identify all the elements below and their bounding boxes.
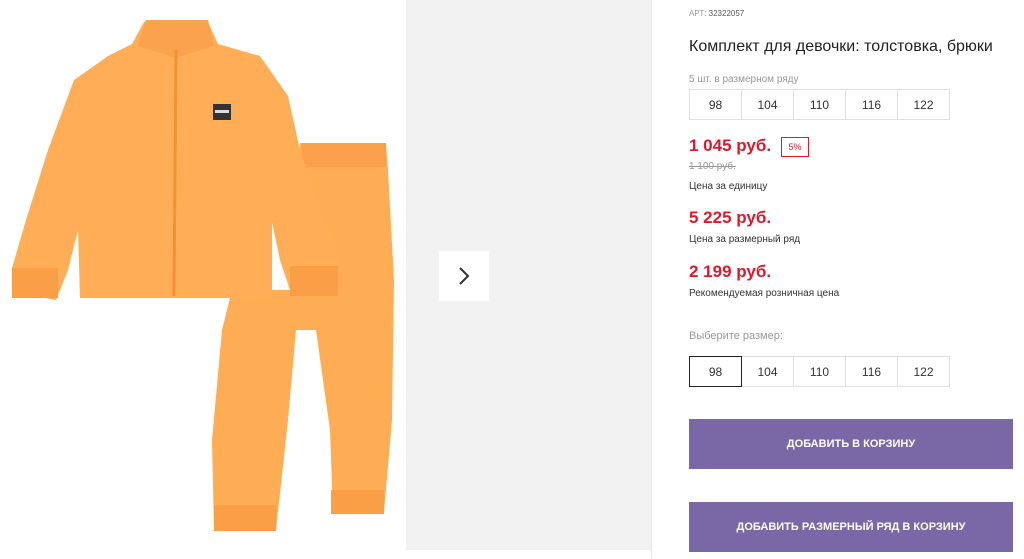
product-title: Комплект для девочки: толстовка, брюки bbox=[689, 38, 993, 55]
pack-size-110: 110 bbox=[793, 89, 846, 120]
article-number: АРТ: 32322057 bbox=[689, 9, 744, 18]
add-pack-to-cart-button[interactable]: ДОБАВИТЬ РАЗМЕРНЫЙ РЯД В КОРЗИНУ bbox=[689, 502, 1013, 552]
size-option-98[interactable]: 98 bbox=[689, 356, 742, 387]
add-to-cart-button[interactable]: ДОБАВИТЬ В КОРЗИНУ bbox=[689, 419, 1013, 469]
article-label: АРТ: bbox=[689, 9, 707, 18]
gallery-next-button[interactable] bbox=[439, 251, 489, 301]
unit-price-caption: Цена за единицу bbox=[689, 181, 768, 192]
size-selector: 98 104 110 116 122 bbox=[689, 356, 950, 387]
product-image-area bbox=[0, 0, 404, 559]
size-option-122[interactable]: 122 bbox=[897, 356, 950, 387]
size-option-116[interactable]: 116 bbox=[845, 356, 898, 387]
pack-size-row: 98 104 110 116 122 bbox=[689, 89, 950, 120]
jacket-image bbox=[12, 20, 340, 300]
article-value: 32322057 bbox=[708, 9, 745, 18]
pack-size-104: 104 bbox=[741, 89, 794, 120]
orange-tracksuit-image bbox=[12, 20, 394, 531]
pack-size-98: 98 bbox=[689, 89, 742, 120]
old-price: 1 100 руб. bbox=[689, 161, 736, 172]
size-select-label: Выберите размер: bbox=[689, 330, 783, 342]
retail-price: 2 199 руб. bbox=[689, 262, 772, 281]
retail-price-caption: Рекомендуемая розничная цена bbox=[689, 288, 840, 299]
unit-price: 1 045 руб. bbox=[689, 136, 772, 155]
column-divider bbox=[651, 0, 652, 559]
pack-price-caption: Цена за размерный ряд bbox=[689, 234, 801, 245]
size-option-104[interactable]: 104 bbox=[741, 356, 794, 387]
pack-caption: 5 шт. в размерном ряду bbox=[689, 74, 799, 85]
size-option-110[interactable]: 110 bbox=[793, 356, 846, 387]
discount-badge: 5% bbox=[781, 137, 809, 157]
pack-size-116: 116 bbox=[845, 89, 898, 120]
pack-size-122: 122 bbox=[897, 89, 950, 120]
pack-price: 5 225 руб. bbox=[689, 208, 772, 227]
chevron-right-icon bbox=[459, 267, 470, 285]
